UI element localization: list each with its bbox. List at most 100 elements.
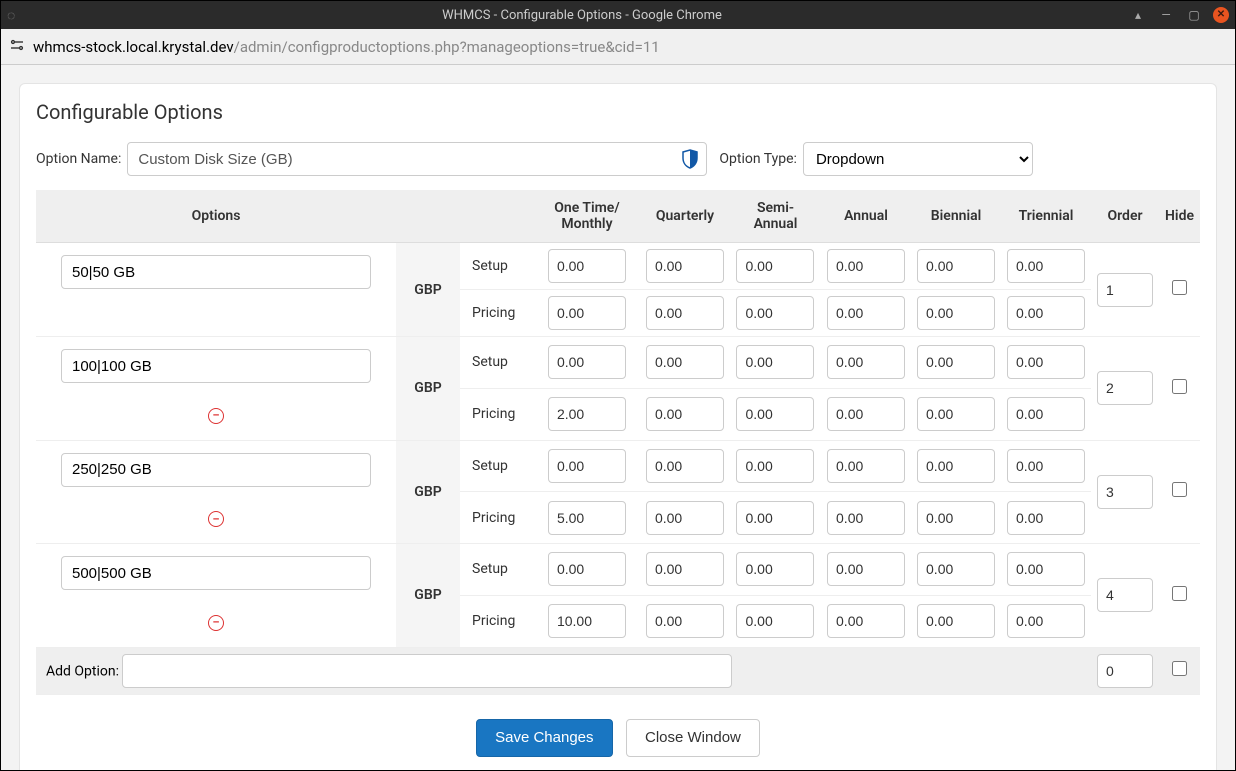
pricing-triennial-input[interactable]: [1007, 501, 1085, 535]
pricing-row-label: Pricing: [460, 290, 534, 337]
setup-triennial-input[interactable]: [1007, 345, 1085, 379]
setup-row-label: Setup: [460, 243, 534, 290]
order-input[interactable]: [1097, 475, 1153, 509]
col-semiannual: Semi-Annual: [730, 190, 821, 243]
setup-annual-input[interactable]: [827, 449, 905, 483]
page-viewport: Configurable Options Option Name: Option…: [1, 65, 1235, 770]
window-close-icon[interactable]: ✕: [1213, 7, 1229, 23]
setup-triennial-input[interactable]: [1007, 552, 1085, 586]
options-table: Options One Time/ Monthly Quarterly Semi…: [36, 190, 1200, 695]
currency-label: GBP: [396, 243, 460, 337]
pricing-semiannual-input[interactable]: [736, 501, 814, 535]
hide-checkbox[interactable]: [1172, 280, 1187, 295]
app-menu-icon[interactable]: ◌: [7, 7, 15, 24]
currency-label: GBP: [396, 337, 460, 441]
add-option-hide-checkbox[interactable]: [1172, 661, 1187, 676]
setup-semiannual-input[interactable]: [736, 552, 814, 586]
setup-biennial-input[interactable]: [917, 249, 995, 283]
hide-checkbox[interactable]: [1172, 586, 1187, 601]
remove-option-icon[interactable]: –: [208, 408, 224, 424]
setup-quarterly-input[interactable]: [646, 345, 724, 379]
option-value-input[interactable]: [61, 255, 371, 289]
option-name-input[interactable]: [127, 142, 707, 176]
pricing-quarterly-input[interactable]: [646, 501, 724, 535]
col-quarterly: Quarterly: [640, 190, 730, 243]
window-title: WHMCS - Configurable Options - Google Ch…: [35, 8, 1129, 23]
setup-quarterly-input[interactable]: [646, 449, 724, 483]
setup-triennial-input[interactable]: [1007, 449, 1085, 483]
pricing-onetime-input[interactable]: [548, 501, 626, 535]
window-maximize-icon[interactable]: ▢: [1185, 6, 1203, 24]
url-text: whmcs-stock.local.krystal.dev/admin/conf…: [33, 38, 660, 56]
pricing-triennial-input[interactable]: [1007, 604, 1085, 638]
pricing-quarterly-input[interactable]: [646, 296, 724, 330]
setup-row-label: Setup: [460, 544, 534, 596]
pricing-biennial-input[interactable]: [917, 501, 995, 535]
setup-quarterly-input[interactable]: [646, 249, 724, 283]
add-option-input[interactable]: [122, 654, 732, 688]
pricing-semiannual-input[interactable]: [736, 604, 814, 638]
pricing-annual-input[interactable]: [827, 604, 905, 638]
setup-onetime-input[interactable]: [548, 345, 626, 379]
address-bar[interactable]: whmcs-stock.local.krystal.dev/admin/conf…: [1, 29, 1235, 65]
pricing-triennial-input[interactable]: [1007, 296, 1085, 330]
option-type-label: Option Type:: [719, 151, 797, 167]
pricing-biennial-input[interactable]: [917, 604, 995, 638]
pricing-semiannual-input[interactable]: [736, 296, 814, 330]
pricing-quarterly-input[interactable]: [646, 604, 724, 638]
setup-biennial-input[interactable]: [917, 552, 995, 586]
option-name-label: Option Name:: [36, 151, 121, 167]
window-minimize-icon[interactable]: —: [1157, 6, 1175, 24]
setup-biennial-input[interactable]: [917, 345, 995, 379]
pricing-annual-input[interactable]: [827, 397, 905, 431]
col-triennial: Triennial: [1001, 190, 1091, 243]
pricing-semiannual-input[interactable]: [736, 397, 814, 431]
pricing-onetime-input[interactable]: [548, 296, 626, 330]
window-tray-icon[interactable]: ▴: [1129, 6, 1147, 24]
col-annual: Annual: [821, 190, 911, 243]
setup-annual-input[interactable]: [827, 249, 905, 283]
save-button[interactable]: Save Changes: [476, 719, 612, 757]
pricing-annual-input[interactable]: [827, 296, 905, 330]
order-input[interactable]: [1097, 273, 1153, 307]
option-type-select[interactable]: Dropdown: [803, 142, 1033, 176]
order-input[interactable]: [1097, 371, 1153, 405]
option-value-input[interactable]: [61, 556, 371, 590]
setup-onetime-input[interactable]: [548, 449, 626, 483]
setup-semiannual-input[interactable]: [736, 249, 814, 283]
pricing-triennial-input[interactable]: [1007, 397, 1085, 431]
add-option-label: Add Option:: [46, 663, 119, 679]
pricing-onetime-input[interactable]: [548, 604, 626, 638]
setup-quarterly-input[interactable]: [646, 552, 724, 586]
setup-semiannual-input[interactable]: [736, 345, 814, 379]
setup-onetime-input[interactable]: [548, 249, 626, 283]
password-manager-icon[interactable]: [681, 149, 699, 173]
option-value-input[interactable]: [61, 453, 371, 487]
setup-biennial-input[interactable]: [917, 449, 995, 483]
option-value-input[interactable]: [61, 349, 371, 383]
titlebar: ◌ WHMCS - Configurable Options - Google …: [1, 1, 1235, 29]
hide-checkbox[interactable]: [1172, 482, 1187, 497]
add-option-order-input[interactable]: [1097, 654, 1153, 688]
hide-checkbox[interactable]: [1172, 379, 1187, 394]
site-settings-icon[interactable]: [9, 37, 25, 57]
pricing-biennial-input[interactable]: [917, 397, 995, 431]
pricing-biennial-input[interactable]: [917, 296, 995, 330]
order-input[interactable]: [1097, 578, 1153, 612]
pricing-annual-input[interactable]: [827, 501, 905, 535]
col-biennial: Biennial: [911, 190, 1001, 243]
pricing-onetime-input[interactable]: [548, 397, 626, 431]
setup-onetime-input[interactable]: [548, 552, 626, 586]
setup-annual-input[interactable]: [827, 552, 905, 586]
setup-triennial-input[interactable]: [1007, 249, 1085, 283]
remove-option-icon[interactable]: –: [208, 511, 224, 527]
setup-annual-input[interactable]: [827, 345, 905, 379]
remove-option-icon[interactable]: –: [208, 615, 224, 631]
pricing-quarterly-input[interactable]: [646, 397, 724, 431]
currency-label: GBP: [396, 544, 460, 648]
close-button[interactable]: Close Window: [626, 719, 760, 757]
currency-label: GBP: [396, 440, 460, 544]
setup-row-label: Setup: [460, 337, 534, 389]
setup-semiannual-input[interactable]: [736, 449, 814, 483]
col-options: Options: [36, 190, 396, 243]
